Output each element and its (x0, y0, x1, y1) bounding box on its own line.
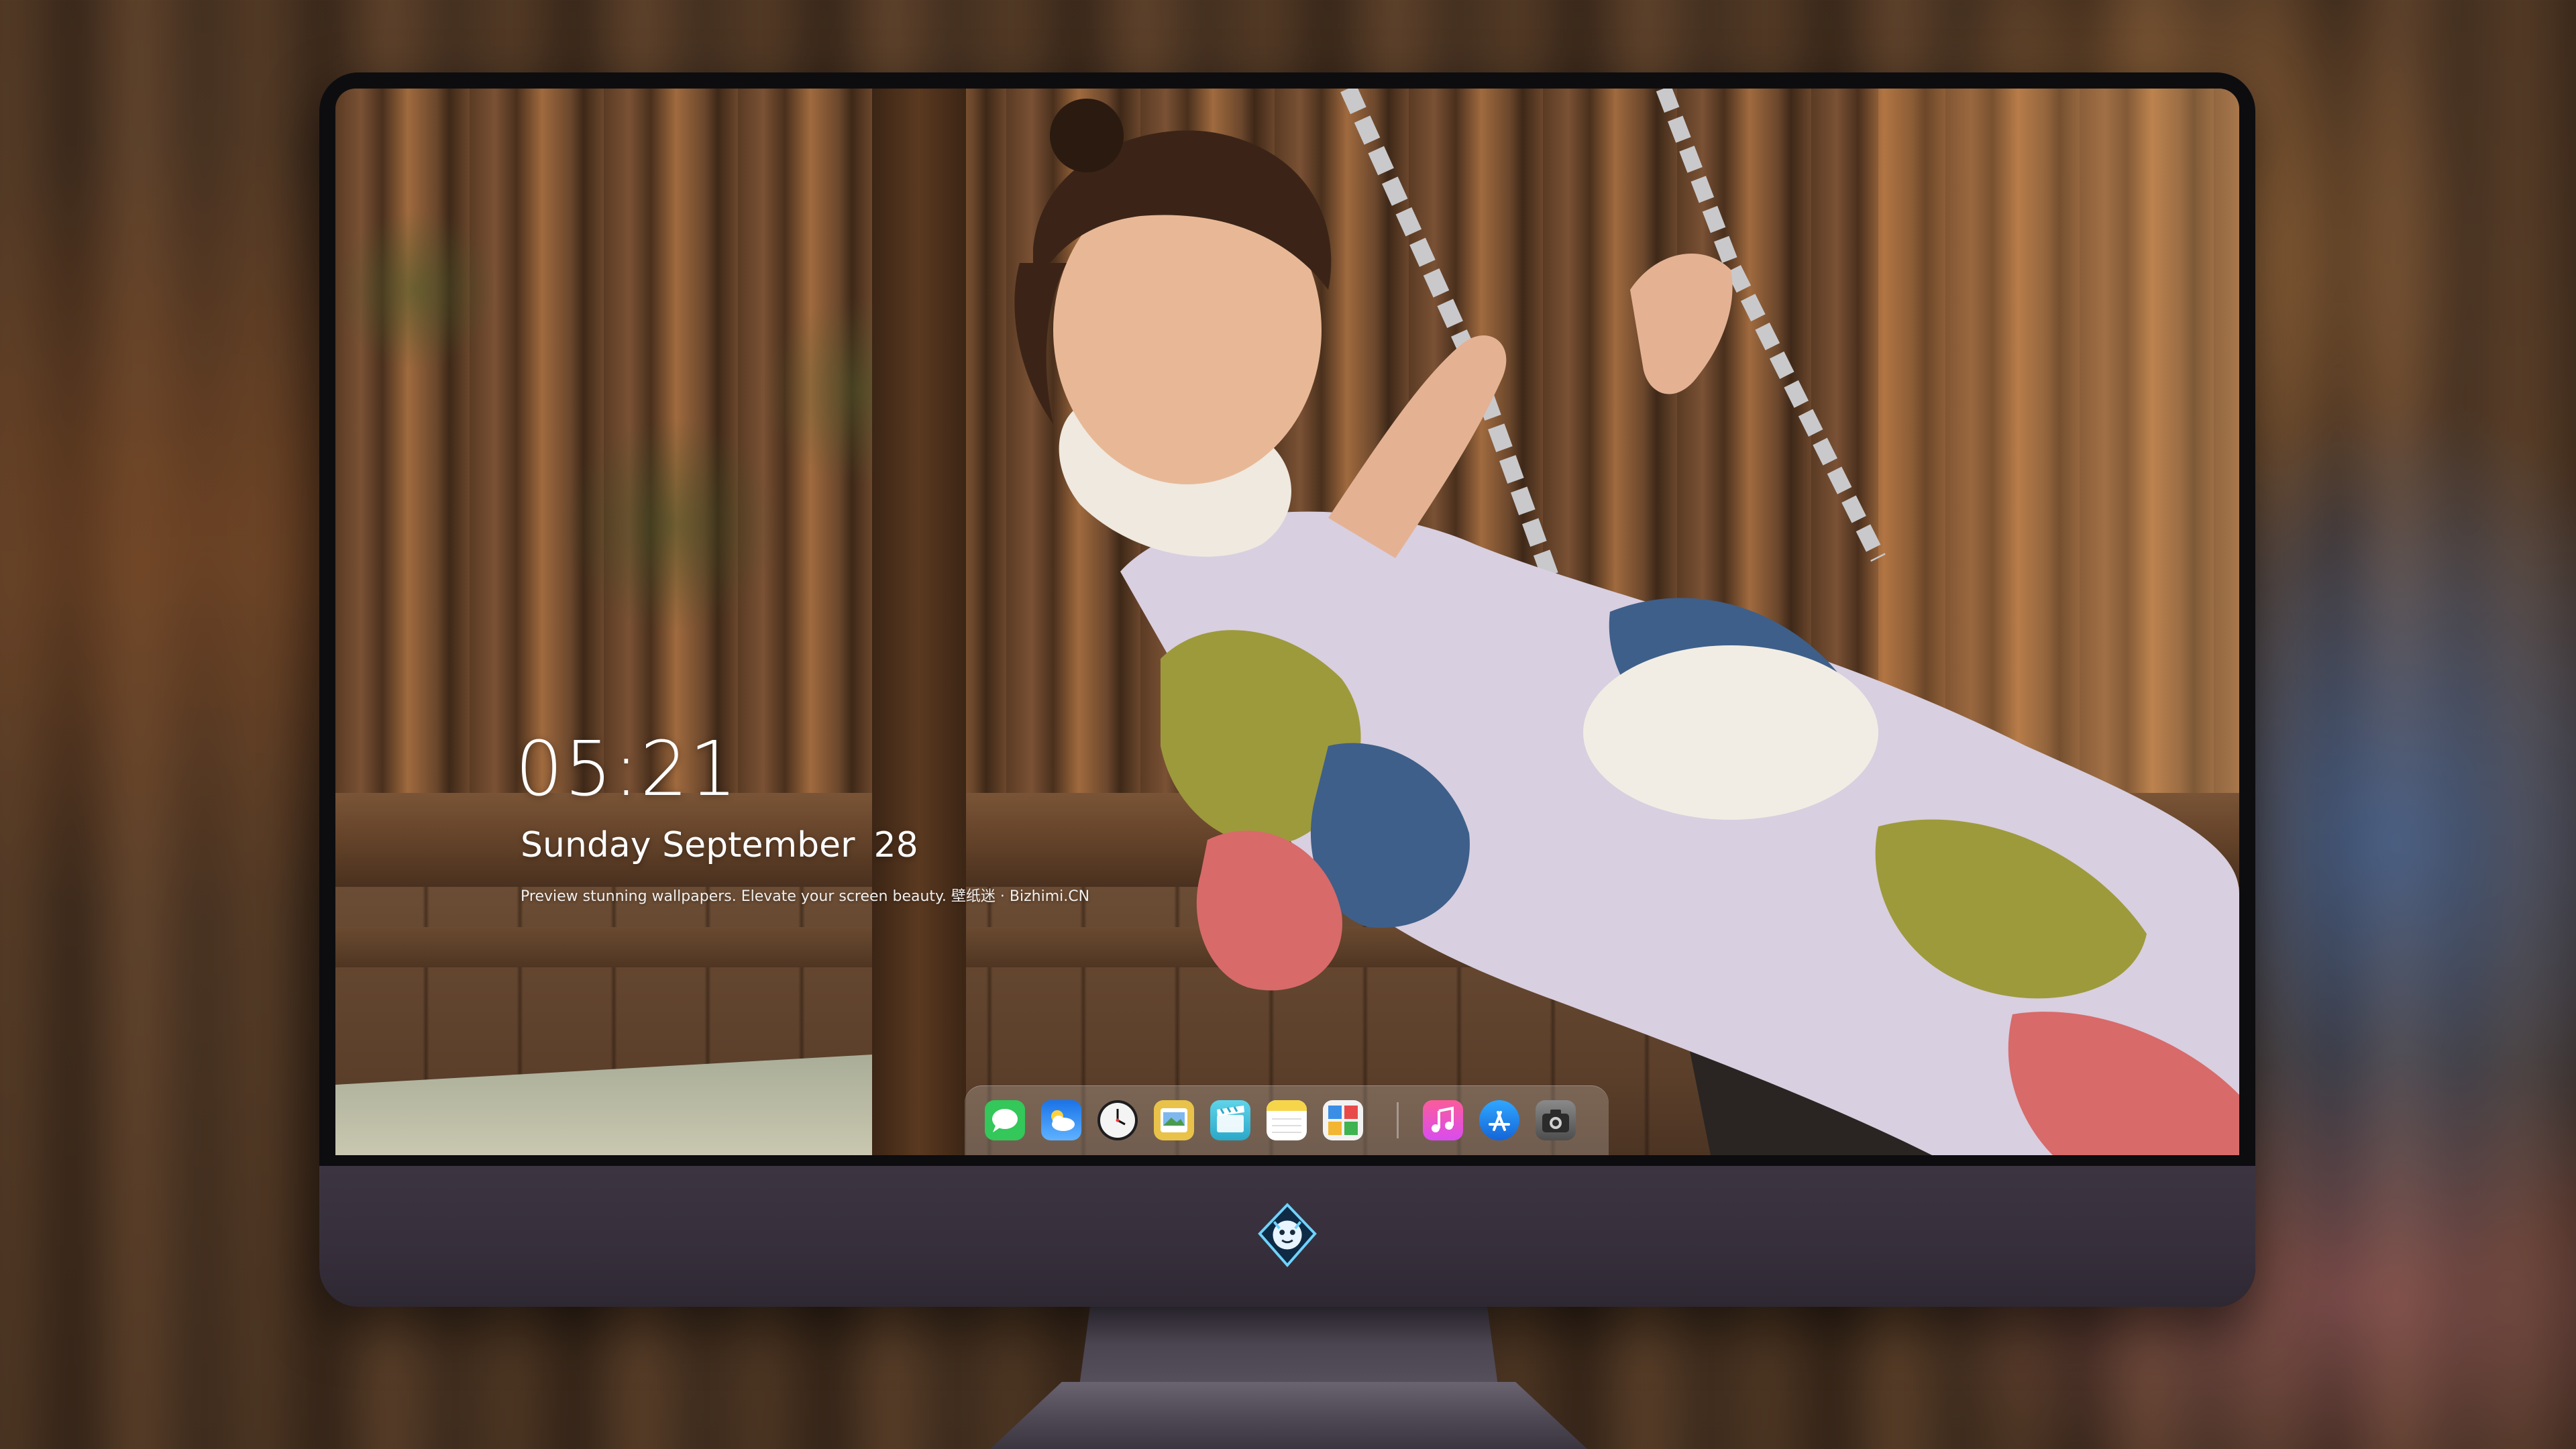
desktop-screen: 05:21 Sunday September 28 Preview stunnin… (335, 89, 2239, 1155)
lock-date-day: 28 (873, 825, 918, 865)
clock-icon[interactable] (1097, 1100, 1138, 1140)
dock (965, 1085, 1609, 1155)
photo-booth-icon[interactable] (1323, 1100, 1363, 1140)
weather-icon[interactable] (1041, 1100, 1081, 1140)
dock-separator (1397, 1102, 1399, 1138)
dragon-mascot-icon (1258, 1203, 1317, 1268)
wallpaper-subject (1014, 89, 2239, 1155)
monitor-stand-base (990, 1382, 1587, 1449)
notes-icon[interactable] (1267, 1100, 1307, 1140)
lock-tagline: Preview stunning wallpapers. Elevate you… (521, 888, 1090, 905)
app-store-icon[interactable] (1479, 1100, 1519, 1140)
lock-date: Sunday September 28 (521, 825, 918, 865)
lock-clock: 05:21 (515, 726, 739, 813)
preview-icon[interactable] (1154, 1100, 1194, 1140)
music-icon[interactable] (1423, 1100, 1463, 1140)
clips-icon[interactable] (1210, 1100, 1250, 1140)
camera-icon[interactable] (1536, 1100, 1576, 1140)
lock-date-weekday-month: Sunday September (521, 825, 855, 865)
messages-icon[interactable] (985, 1100, 1025, 1140)
